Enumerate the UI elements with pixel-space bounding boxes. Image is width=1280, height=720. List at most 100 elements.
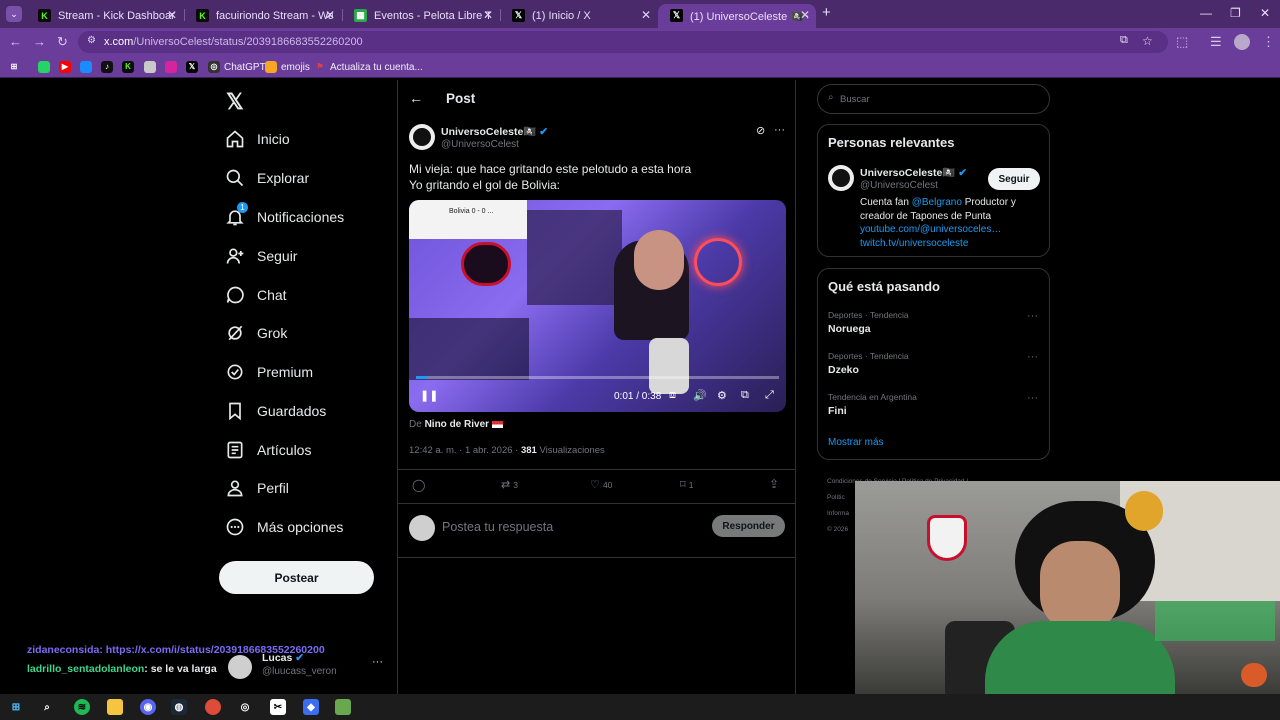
profile-avatar[interactable]: [1234, 34, 1250, 50]
bookmark-emojis[interactable]: emojis: [265, 61, 310, 73]
capcut-icon[interactable]: ✂: [270, 699, 286, 715]
more-dots-icon[interactable]: ···: [372, 656, 383, 668]
cast-icon[interactable]: ⧉: [1120, 34, 1128, 47]
sidebar-item-seguir[interactable]: Seguir: [222, 239, 297, 273]
pip-icon[interactable]: ⧉: [741, 389, 749, 402]
steam-icon[interactable]: ◍: [171, 699, 187, 715]
pause-icon[interactable]: ❚❚: [420, 389, 438, 402]
bookmark-tiktok[interactable]: ♪: [101, 61, 117, 73]
menu-icon[interactable]: ⋮: [1262, 34, 1275, 50]
bookmark-kick[interactable]: K: [122, 61, 138, 73]
sidepanel-icon[interactable]: ☰: [1210, 34, 1222, 50]
search-input[interactable]: ⌕ Buscar: [817, 84, 1050, 114]
close-icon[interactable]: ✕: [800, 8, 810, 22]
video-player[interactable]: Bolivia 0 - 0 ... ❚❚ 0:01 / 0:38 ⧈ 🔊 ⚙ ⧉…: [409, 200, 786, 412]
more-dots-icon[interactable]: ···: [1027, 351, 1038, 363]
sidebar-item-grok[interactable]: Grok: [222, 316, 287, 350]
address-bar[interactable]: ⚙ x.com/UniversoCelest/status/2039186683…: [78, 31, 1168, 53]
bookmark-chatgpt[interactable]: ◎ ChatGPT: [208, 61, 266, 73]
source-name[interactable]: Nino de River: [425, 419, 489, 430]
bookmark-whatsapp[interactable]: [38, 61, 54, 73]
x-logo[interactable]: 𝕏: [226, 89, 244, 115]
captions-icon[interactable]: ⧈: [669, 389, 676, 402]
video-progress-track[interactable]: [416, 376, 779, 379]
post-button[interactable]: Postear: [219, 561, 374, 594]
restore-icon[interactable]: ❐: [1230, 6, 1241, 20]
share-icon[interactable]: ⇪: [769, 477, 779, 491]
retweet-button[interactable]: ⇄ 3: [501, 478, 518, 491]
browser-tab-pelota-libre[interactable]: ▦ Eventos - Pelota Libre TV ✕: [342, 4, 499, 28]
close-icon[interactable]: ✕: [483, 8, 493, 22]
sidebar-item-inicio[interactable]: Inicio: [222, 122, 290, 156]
close-icon[interactable]: ✕: [167, 8, 177, 22]
author-name[interactable]: UniversoCeleste🏴‍☠️ ✔: [441, 125, 548, 138]
obs-icon[interactable]: ◎: [237, 699, 253, 715]
more-dots-icon[interactable]: ···: [1027, 310, 1038, 322]
new-tab-button[interactable]: +: [822, 4, 831, 21]
discord-icon[interactable]: ◉: [140, 699, 156, 715]
apps-icon[interactable]: ⊞: [8, 61, 24, 73]
sidebar-item-premium[interactable]: Premium: [222, 355, 313, 389]
search-icon[interactable]: ⌕: [39, 699, 55, 715]
reply-input[interactable]: Postea tu respuesta: [442, 520, 553, 534]
back-icon[interactable]: ←: [9, 34, 22, 49]
show-more-link[interactable]: Mostrar más: [828, 437, 884, 448]
window-close-icon[interactable]: ✕: [1260, 6, 1270, 20]
bookmark-mail[interactable]: [144, 61, 160, 73]
reload-icon[interactable]: ↻: [57, 34, 68, 50]
bio-link[interactable]: twitch.tv/universoceleste: [860, 237, 1045, 251]
relevant-name[interactable]: UniversoCeleste🏴‍☠️ ✔: [860, 166, 967, 179]
browser-tab-x-post[interactable]: 𝕏 (1) UniversoCeleste 🏴‍☠️ en X: "M ✕: [658, 4, 816, 28]
sidebar-item-mas-opciones[interactable]: Más opciones: [222, 510, 343, 544]
reply-icon[interactable]: ◯: [412, 478, 425, 492]
post-timestamp[interactable]: 12:42 a. m. · 1 abr. 2026 ·: [409, 445, 518, 456]
sidebar-item-guardados[interactable]: Guardados: [222, 394, 326, 428]
sidebar-item-perfil[interactable]: Perfil: [222, 471, 289, 505]
browser-tab-facuiriondo[interactable]: K facuiriondo Stream - Watch Live ✕: [184, 4, 341, 28]
account-switcher[interactable]: Lucas ✔ @luucass_veron ···: [226, 652, 386, 682]
spotify-icon[interactable]: ≋: [74, 699, 90, 715]
reply-button[interactable]: Responder: [712, 515, 785, 537]
sidebar-item-articulos[interactable]: Artículos: [222, 433, 311, 467]
bookmark-button[interactable]: ⌑ 1: [680, 478, 693, 491]
star-icon[interactable]: ☆: [1142, 34, 1153, 48]
sidebar-item-explorar[interactable]: Explorar: [222, 161, 309, 195]
browser-tab-kick-dashboard[interactable]: K Stream - Kick Dashboard ✕: [26, 4, 183, 28]
grok-icon[interactable]: ⊘: [756, 124, 765, 137]
like-button[interactable]: ♡ 40: [590, 478, 612, 491]
bookmark-youtube[interactable]: ▶: [59, 61, 75, 73]
more-dots-icon[interactable]: ···: [774, 124, 785, 136]
file-explorer-icon[interactable]: [107, 699, 123, 715]
site-info-icon[interactable]: ⚙: [87, 35, 96, 46]
back-arrow-icon[interactable]: ←: [409, 90, 423, 106]
sidebar-item-chat[interactable]: Chat: [222, 278, 287, 312]
relevant-handle[interactable]: @UniversoCelest: [860, 180, 938, 191]
volume-icon[interactable]: 🔊: [693, 389, 707, 402]
forward-icon[interactable]: →: [33, 34, 46, 49]
bio-link[interactable]: youtube.com/@universoceles…: [860, 223, 1045, 237]
app-icon[interactable]: ◆: [303, 699, 319, 715]
chrome-icon[interactable]: [205, 699, 221, 715]
bookmark-messenger[interactable]: [80, 61, 96, 73]
trend-item[interactable]: Tendencia en Argentina Fini ···: [828, 392, 1038, 417]
bookmark-instagram[interactable]: [165, 61, 181, 73]
windows-start-icon[interactable]: ⊞: [8, 699, 24, 715]
bookmark-actualiza[interactable]: ⚑ Actualiza tu cuenta...: [314, 61, 422, 73]
bio-mention-link[interactable]: @Belgrano: [912, 197, 962, 208]
settings-icon[interactable]: ⚙: [717, 389, 727, 402]
minimize-icon[interactable]: —: [1200, 6, 1212, 20]
author-handle[interactable]: @UniversoCelest: [441, 139, 519, 150]
close-icon[interactable]: ✕: [641, 8, 651, 22]
bookmark-x[interactable]: 𝕏: [186, 61, 202, 73]
avatar[interactable]: [828, 165, 854, 191]
extensions-icon[interactable]: ⬚: [1176, 34, 1188, 50]
close-icon[interactable]: ✕: [325, 8, 335, 22]
fullscreen-icon[interactable]: ⤢: [765, 389, 774, 402]
trend-item[interactable]: Deportes · Tendencia Noruega ···: [828, 310, 1038, 335]
more-dots-icon[interactable]: ···: [1027, 392, 1038, 404]
sidebar-item-notificaciones[interactable]: 1 Notificaciones: [222, 200, 344, 234]
minecraft-icon[interactable]: [335, 699, 351, 715]
follow-button[interactable]: Seguir: [988, 168, 1040, 190]
author-avatar[interactable]: [409, 124, 435, 150]
tab-search-button[interactable]: ⌄: [6, 6, 22, 22]
